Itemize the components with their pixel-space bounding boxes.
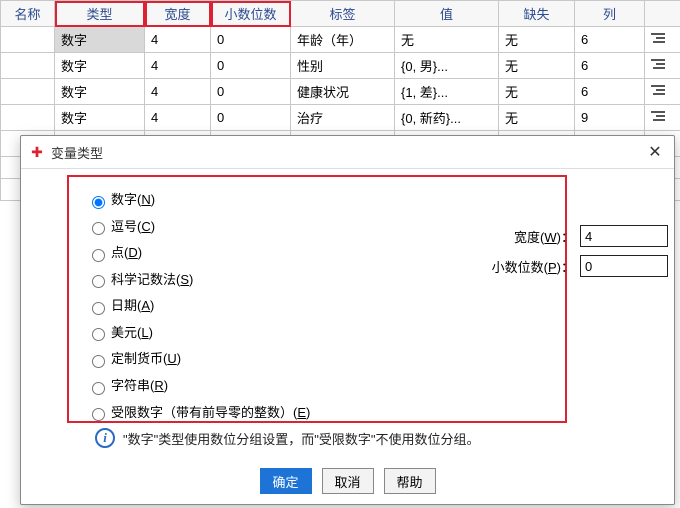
col-type[interactable]: 类型 (55, 1, 145, 27)
dimension-fields: 宽度(W)： 小数位数(P)： (460, 217, 668, 285)
type-radio[interactable] (92, 382, 105, 395)
grid-cell[interactable]: {0, 新药}... (395, 105, 499, 131)
type-radio-option[interactable]: 受限数字（带有前导零的整数）(E) (87, 402, 656, 422)
help-button[interactable]: 帮助 (384, 468, 436, 494)
type-radio-label: 日期(A) (111, 298, 154, 313)
type-radio-label: 美元(L) (111, 325, 153, 340)
grid-cell[interactable]: 4 (145, 79, 211, 105)
align-right-icon (651, 110, 665, 122)
grid-cell[interactable]: 无 (395, 27, 499, 53)
table-row[interactable]: 数字40治疗{0, 新药}...无9 (1, 105, 680, 131)
grid-cell[interactable]: 4 (145, 27, 211, 53)
grid-cell[interactable] (1, 105, 55, 131)
close-icon[interactable]: ✕ (644, 141, 666, 163)
grid-cell[interactable]: 数字 (55, 79, 145, 105)
grid-cell[interactable]: 0 (211, 27, 291, 53)
dialog-button-row: 确定 取消 帮助 (21, 458, 674, 504)
grid-cell[interactable]: 6 (575, 27, 645, 53)
type-radio[interactable] (92, 302, 105, 315)
type-radio[interactable] (92, 249, 105, 262)
table-row[interactable]: 数字40性别{0, 男}...无6 (1, 53, 680, 79)
grid-cell[interactable]: 数字 (55, 53, 145, 79)
decimals-input[interactable] (580, 255, 668, 277)
type-radio-label: 受限数字（带有前导零的整数）(E) (111, 405, 310, 420)
align-right-icon (651, 32, 665, 44)
table-row[interactable]: 数字40年龄（年）无无6 (1, 27, 680, 53)
ok-button[interactable]: 确定 (260, 468, 312, 494)
grid-cell[interactable]: 0 (211, 105, 291, 131)
grid-cell[interactable] (1, 53, 55, 79)
type-radio[interactable] (92, 328, 105, 341)
grid-cell[interactable]: 9 (575, 105, 645, 131)
type-radio-label: 定制货币(U) (111, 351, 181, 366)
grid-cell[interactable]: 治疗 (291, 105, 395, 131)
grid-cell[interactable]: 无 (499, 27, 575, 53)
grid-cell[interactable]: 0 (211, 79, 291, 105)
type-radio-label: 逗号(C) (111, 219, 155, 234)
col-align[interactable] (645, 1, 680, 27)
grid-cell[interactable]: 0 (211, 53, 291, 79)
grid-cell[interactable]: 数字 (55, 105, 145, 131)
grid-header-row: 名称 类型 宽度 小数位数 标签 值 缺失 列 (1, 1, 680, 27)
align-right-icon (651, 58, 665, 70)
table-row[interactable]: 数字40健康状况{1, 差}...无6 (1, 79, 680, 105)
type-radio-label: 数字(N) (111, 192, 155, 207)
grid-cell[interactable]: 健康状况 (291, 79, 395, 105)
grid-cell[interactable]: 无 (499, 53, 575, 79)
align-cell[interactable] (645, 105, 680, 131)
dialog-titlebar[interactable]: ✚ 变量类型 ✕ (21, 136, 674, 169)
variable-type-dialog: ✚ 变量类型 ✕ 数字(N) 逗号(C) 点(D) 科学记数法(S) 日期(A) 美元(L… (20, 135, 675, 505)
col-missing[interactable]: 缺失 (499, 1, 575, 27)
grid-cell[interactable]: 性别 (291, 53, 395, 79)
type-radio-option[interactable]: 数字(N) (87, 189, 656, 209)
hint-row: i "数字"类型使用数位分组设置，而"受限数字"不使用数位分组。 (95, 428, 656, 448)
type-radio[interactable] (92, 355, 105, 368)
col-columns[interactable]: 列 (575, 1, 645, 27)
type-radio-label: 科学记数法(S) (111, 272, 193, 287)
type-radio-label: 点(D) (111, 245, 142, 260)
decimals-field-label: 小数位数(P)： (460, 257, 580, 276)
grid-cell[interactable]: 4 (145, 53, 211, 79)
type-radio-option[interactable]: 美元(L) (87, 322, 656, 342)
grid-cell[interactable]: 6 (575, 53, 645, 79)
type-radio[interactable] (92, 408, 105, 421)
type-radio-option[interactable]: 日期(A) (87, 295, 656, 315)
col-width[interactable]: 宽度 (145, 1, 211, 27)
grid-cell[interactable]: 4 (145, 105, 211, 131)
grid-cell[interactable]: 年龄（年） (291, 27, 395, 53)
grid-cell[interactable]: 数字 (55, 27, 145, 53)
type-radio[interactable] (92, 275, 105, 288)
type-radio[interactable] (92, 222, 105, 235)
dialog-title: 变量类型 (51, 143, 644, 162)
info-icon: i (95, 428, 115, 448)
grid-cell[interactable]: 6 (575, 79, 645, 105)
grid-cell[interactable] (1, 79, 55, 105)
col-decimals[interactable]: 小数位数 (211, 1, 291, 27)
align-cell[interactable] (645, 79, 680, 105)
type-radio-option[interactable]: 字符串(R) (87, 375, 656, 395)
hint-text: "数字"类型使用数位分组设置，而"受限数字"不使用数位分组。 (123, 429, 479, 448)
type-radio-label: 字符串(R) (111, 378, 168, 393)
align-cell[interactable] (645, 53, 680, 79)
width-field-label: 宽度(W)： (460, 227, 580, 246)
cancel-button[interactable]: 取消 (322, 468, 374, 494)
grid-cell[interactable]: {1, 差}... (395, 79, 499, 105)
width-input[interactable] (580, 225, 668, 247)
align-cell[interactable] (645, 27, 680, 53)
grid-cell[interactable]: 无 (499, 105, 575, 131)
type-radio-option[interactable]: 定制货币(U) (87, 348, 656, 368)
align-right-icon (651, 84, 665, 96)
grid-cell[interactable] (1, 27, 55, 53)
type-radio[interactable] (92, 196, 105, 209)
col-label[interactable]: 标签 (291, 1, 395, 27)
grid-cell[interactable]: {0, 男}... (395, 53, 499, 79)
grid-cell[interactable]: 无 (499, 79, 575, 105)
app-icon: ✚ (29, 144, 45, 160)
col-value[interactable]: 值 (395, 1, 499, 27)
col-name[interactable]: 名称 (1, 1, 55, 27)
